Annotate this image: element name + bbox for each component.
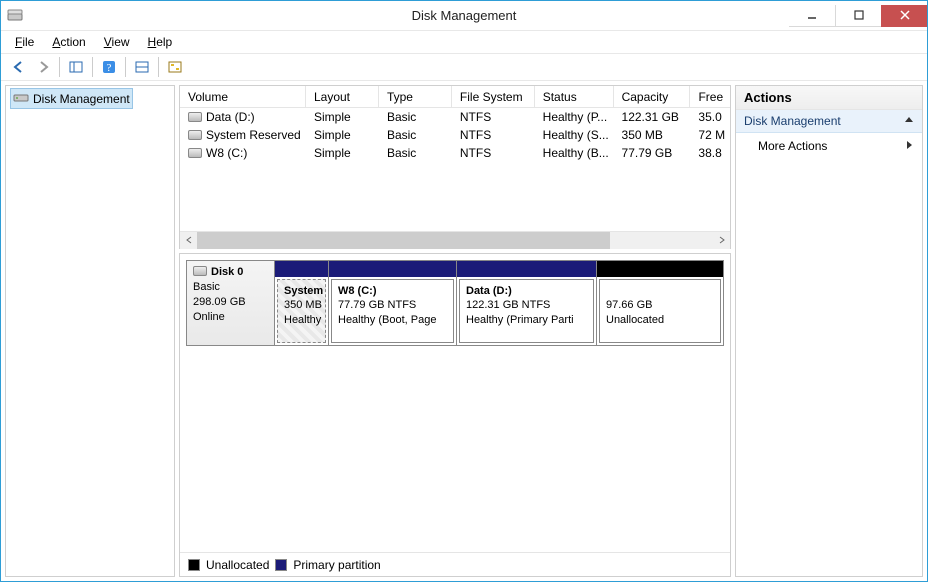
app-icon (7, 8, 23, 24)
partition-stripe (597, 261, 723, 277)
actions-header: Actions (736, 86, 922, 110)
partition-label: System R350 MB NHealthy ( (277, 279, 326, 343)
partition[interactable]: Data (D:)122.31 GB NTFSHealthy (Primary … (457, 261, 597, 345)
minimize-button[interactable] (789, 5, 835, 27)
col-filesystem[interactable]: File System (452, 86, 535, 107)
volume-icon (188, 112, 202, 122)
scroll-thumb[interactable] (197, 232, 610, 249)
col-free[interactable]: Free (690, 86, 730, 107)
toolbar: ? (1, 53, 927, 81)
partition[interactable]: 97.66 GBUnallocated (597, 261, 723, 345)
legend-primary-label: Primary partition (293, 558, 380, 572)
maximize-button[interactable] (835, 5, 881, 27)
close-button[interactable] (881, 5, 927, 27)
partition-container: System R350 MB NHealthy (W8 (C:)77.79 GB… (275, 261, 723, 345)
disk-capacity: 298.09 GB (193, 295, 268, 310)
tree-root[interactable]: Disk Management (10, 88, 133, 109)
legend-unallocated-swatch (188, 559, 200, 571)
legend-unallocated-label: Unallocated (206, 558, 269, 572)
menubar: File Action View Help (1, 31, 927, 53)
partition-label: Data (D:)122.31 GB NTFSHealthy (Primary … (459, 279, 594, 343)
partition[interactable]: W8 (C:)77.79 GB NTFSHealthy (Boot, Page (329, 261, 457, 345)
partition-label: W8 (C:)77.79 GB NTFSHealthy (Boot, Page (331, 279, 454, 343)
chevron-right-icon (906, 139, 914, 153)
table-row[interactable]: System ReservedSimpleBasicNTFSHealthy (S… (180, 126, 730, 144)
legend-primary-swatch (275, 559, 287, 571)
volume-icon (188, 148, 202, 158)
menu-help[interactable]: Help (140, 33, 181, 51)
disk-mgmt-icon (13, 90, 29, 107)
show-hide-tree-button[interactable] (64, 55, 88, 79)
partition-label: 97.66 GBUnallocated (599, 279, 721, 343)
volume-icon (188, 130, 202, 140)
volume-list: Volume Layout Type File System Status Ca… (179, 85, 731, 249)
actions-more[interactable]: More Actions (736, 133, 922, 159)
disk-type: Basic (193, 280, 268, 295)
disk-management-window: Disk Management File Action View Help ? (0, 0, 928, 582)
center-pane: Volume Layout Type File System Status Ca… (179, 85, 731, 577)
partition-stripe (275, 261, 328, 277)
help-button[interactable]: ? (97, 55, 121, 79)
menu-file[interactable]: File (7, 33, 42, 51)
volume-list-header: Volume Layout Type File System Status Ca… (180, 86, 730, 108)
legend: Unallocated Primary partition (180, 552, 730, 576)
col-layout[interactable]: Layout (306, 86, 379, 107)
menu-action[interactable]: Action (44, 33, 93, 51)
svg-text:?: ? (107, 62, 112, 74)
collapse-icon (904, 114, 914, 128)
actions-section[interactable]: Disk Management (736, 110, 922, 133)
tree-pane: Disk Management (5, 85, 175, 577)
scroll-left-icon[interactable] (180, 232, 197, 249)
horizontal-scrollbar[interactable] (180, 231, 730, 248)
actions-section-label: Disk Management (744, 114, 841, 128)
actions-more-label: More Actions (758, 139, 827, 153)
back-button[interactable] (7, 55, 31, 79)
view-top-button[interactable] (130, 55, 154, 79)
disk-name: Disk 0 (211, 266, 243, 278)
volume-list-body: Data (D:)SimpleBasicNTFSHealthy (P...122… (180, 108, 730, 231)
table-row[interactable]: Data (D:)SimpleBasicNTFSHealthy (P...122… (180, 108, 730, 126)
table-row[interactable]: W8 (C:)SimpleBasicNTFSHealthy (B...77.79… (180, 144, 730, 162)
settings-button[interactable] (163, 55, 187, 79)
disk-icon (193, 266, 207, 276)
disk-graphical-pane: Disk 0 Basic 298.09 GB Online System R35… (179, 253, 731, 577)
col-type[interactable]: Type (379, 86, 452, 107)
menu-view[interactable]: View (96, 33, 138, 51)
scroll-track[interactable] (197, 232, 713, 249)
partition-stripe (329, 261, 456, 277)
tree-root-label: Disk Management (33, 92, 130, 106)
col-volume[interactable]: Volume (180, 86, 306, 107)
disk-row: Disk 0 Basic 298.09 GB Online System R35… (186, 260, 724, 346)
actions-pane: Actions Disk Management More Actions (735, 85, 923, 577)
main-area: Disk Management Volume Layout Type File … (1, 81, 927, 581)
scroll-right-icon[interactable] (713, 232, 730, 249)
partition[interactable]: System R350 MB NHealthy ( (275, 261, 329, 345)
col-status[interactable]: Status (535, 86, 614, 107)
forward-button[interactable] (31, 55, 55, 79)
disk-state: Online (193, 310, 268, 325)
partition-stripe (457, 261, 596, 277)
col-capacity[interactable]: Capacity (614, 86, 691, 107)
titlebar: Disk Management (1, 1, 927, 31)
disk-info[interactable]: Disk 0 Basic 298.09 GB Online (187, 261, 275, 345)
window-controls (789, 5, 927, 27)
